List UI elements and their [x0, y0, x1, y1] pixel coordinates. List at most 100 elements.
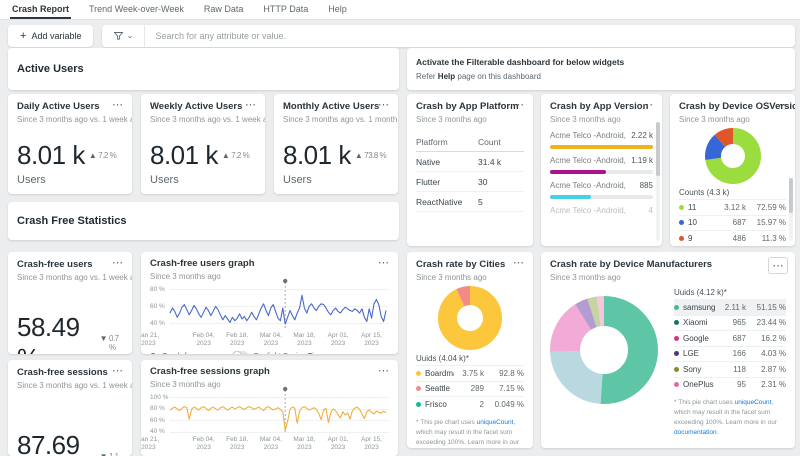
table-row[interactable]: Flutter 30	[416, 172, 524, 192]
cities-legend-table: Boardman 3.75 k 92.8 % Seattle 289 7.15 % Fris…	[416, 365, 524, 412]
widget-menu-icon[interactable]: ⋯	[768, 257, 788, 274]
widget-crash-by-device-osversion: Crash by Device OSVersion Since 3 months…	[670, 94, 795, 246]
kpi-value: 58.49 %	[17, 312, 80, 354]
legend-row[interactable]: 1360.14 %	[679, 245, 786, 246]
x-axis-label: Feb 04, 2023	[192, 332, 215, 347]
search-input[interactable]	[145, 31, 795, 41]
widget-menu-icon[interactable]: ⋯	[775, 98, 787, 111]
tab-help[interactable]: Help	[326, 4, 349, 19]
table-row[interactable]: Native 31.4 k	[416, 152, 524, 172]
table-cell: Native	[416, 156, 441, 167]
widget-menu-icon[interactable]: ⋯	[642, 98, 654, 111]
x-axis-label: Apr 15, 2023	[361, 332, 382, 347]
tab-raw-data[interactable]: Raw Data	[202, 4, 246, 19]
legend-row[interactable]: Xiaomi 965 23.44 %	[674, 314, 786, 331]
legend-row[interactable]: 9 486 11.3 %	[679, 230, 786, 246]
widget-crash-free-users-graph: Crash-free users graph Since 3 months ag…	[141, 252, 398, 354]
x-axis-label: Feb 04, 2023	[192, 436, 215, 451]
table-cell: 5	[478, 196, 483, 207]
widget-menu-icon[interactable]: ⋯	[513, 256, 525, 269]
widget-subtitle: Since 3 months ago	[416, 273, 487, 282]
widget-menu-icon[interactable]: ⋯	[378, 256, 390, 269]
table-row[interactable]: ReactNative 5	[416, 192, 524, 212]
tab-crash-report[interactable]: Crash Report	[10, 4, 72, 19]
legend-row[interactable]: samsung 2.11 k 51.15 %	[674, 299, 786, 315]
widget-menu-icon[interactable]: ⋯	[378, 98, 390, 111]
legend-percent: 72.59 %	[756, 202, 786, 212]
y-axis-label: 40 %	[150, 428, 165, 436]
legend-row[interactable]: Boardman 3.75 k 92.8 %	[416, 365, 524, 381]
legend-row[interactable]: Google 687 16.2 %	[674, 330, 786, 346]
widget-title: Daily Active Users	[17, 101, 100, 112]
filter-type-dropdown[interactable]: ⌄	[102, 25, 146, 47]
widget-menu-icon[interactable]: ⋯	[112, 256, 124, 269]
bar-label: Acme Telco -Android, ...	[550, 156, 627, 165]
bar-list-item[interactable]: Acme Telco -Android, ... 1.19 k	[550, 156, 653, 174]
scrollbar[interactable]	[789, 178, 793, 241]
bar-fill	[550, 170, 606, 174]
legend-row[interactable]: Sony 118 2.87 %	[674, 361, 786, 377]
legend-row[interactable]: OnePlus 95 2.31 %	[674, 376, 786, 393]
osversion-donut-chart	[704, 128, 761, 184]
table-cell: Flutter	[416, 176, 441, 187]
legend-row[interactable]: 10 687 15.97 %	[679, 214, 786, 231]
widget-menu-icon[interactable]: ⋯	[112, 98, 124, 111]
top-nav: Crash Report Trend Week-over-Week Raw Da…	[0, 0, 800, 20]
widget-menu-icon[interactable]: ⋯	[378, 364, 390, 377]
up-triangle-icon: ▲	[221, 151, 230, 160]
bar-list-item[interactable]: Acme Telco -Android, ... 885	[550, 181, 653, 199]
bar-list-item[interactable]: Acme Telco -Android, ... 2.22 k	[550, 131, 653, 149]
widget-title: Crash by App Version	[550, 101, 649, 112]
cities-donut-chart	[438, 286, 502, 350]
bar-row: Acme Telco -Android, ... 2.22 k	[550, 131, 653, 141]
legend-label[interactable]: Crash-free users	[162, 351, 218, 354]
widget-menu-icon[interactable]: ⋯	[513, 98, 525, 111]
widget-title: Crash-free sessions	[17, 367, 108, 378]
legend-value: 687	[732, 218, 746, 228]
widget-title: Crash-free sessions graph	[150, 366, 270, 377]
widget-subtitle: Since 3 months ago	[416, 115, 487, 124]
uniquecount-link[interactable]: uniqueCount	[735, 399, 772, 406]
x-axis-label: Mar 04, 2023	[259, 436, 282, 451]
widget-menu-icon[interactable]: ⋯	[112, 364, 124, 377]
legend-name: Boardman	[425, 368, 454, 378]
scrollbar[interactable]	[656, 122, 660, 241]
toggle-label: Daylight Saving Time	[254, 351, 324, 354]
bar-track	[550, 145, 653, 149]
legend-percent: 51.15 %	[756, 302, 786, 312]
legend-row[interactable]: 11 3.12 k 72.59 %	[679, 199, 786, 215]
tab-trend-week-over-week[interactable]: Trend Week-over-Week	[87, 4, 186, 19]
legend-value: 95	[737, 380, 746, 390]
bar-list-item[interactable]: Acme Telco -Android, ... 4	[550, 206, 653, 216]
bar-value: 885	[639, 181, 653, 190]
kpi-unit: Users	[150, 174, 179, 186]
legend-dot	[674, 366, 679, 372]
legend-percent: 92.8 %	[499, 368, 524, 378]
kpi-value-row: 8.01 k ▲ 7.2 %	[17, 140, 123, 171]
widget-crash-free-sessions-graph: Crash-free sessions graph Since 3 months…	[141, 360, 398, 456]
widget-menu-icon[interactable]: ⋯	[245, 98, 257, 111]
legend-value: 118	[733, 364, 746, 374]
legend-value: 2	[479, 399, 484, 409]
tab-http-data[interactable]: HTTP Data	[261, 4, 310, 19]
kpi-unit: Users	[17, 174, 46, 186]
uniquecount-link[interactable]: uniqueCount	[477, 419, 514, 426]
add-variable-button[interactable]: + Add variable	[8, 25, 94, 47]
x-axis-label: Jan 21,2023	[141, 436, 160, 451]
legend-percent: 16.2 %	[761, 333, 786, 343]
kpi-value-row: 8.01 k ▲ 73.8 %	[283, 140, 389, 171]
legend-row[interactable]: LGE 166 4.03 %	[674, 345, 786, 362]
y-axis-label: 80 %	[150, 405, 165, 413]
legend-row[interactable]: Seattle 289 7.15 %	[416, 380, 524, 397]
kpi-value: 8.01 k	[17, 140, 85, 170]
legend-name: LGE	[683, 349, 700, 359]
legend-row[interactable]: Frisco 2 0.049 %	[416, 396, 524, 412]
chart-legend: Crash-free users Daylight Saving Time	[150, 350, 389, 354]
widget-title: Crash rate by Cities	[416, 259, 506, 270]
widget-subtitle: Since 3 months ago vs. 1 week ago	[17, 115, 132, 124]
legend-name: 11	[688, 202, 697, 212]
widget-subtitle: Since 3 months ago vs. 1 week ago	[150, 115, 265, 124]
daylight-saving-toggle[interactable]	[231, 350, 248, 354]
section-title-active-users: Active Users	[17, 63, 84, 75]
bar-row: Acme Telco -Android, ... 4	[550, 206, 653, 216]
